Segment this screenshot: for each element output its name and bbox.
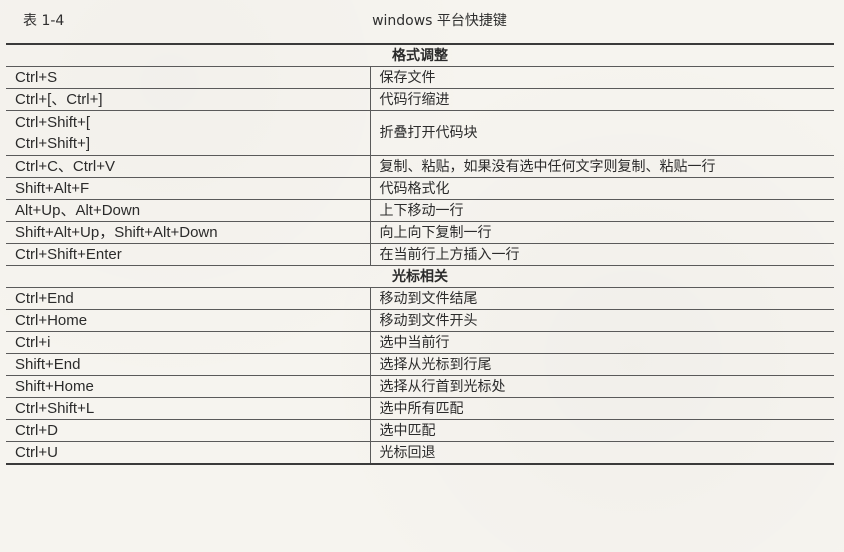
shortcut-keys: Ctrl+D — [6, 419, 371, 442]
shortcut-keys: Ctrl+Shift+[ Ctrl+Shift+] — [6, 110, 371, 156]
shortcut-description: 选择从行首到光标处 — [370, 375, 834, 398]
shortcut-keys: Ctrl+i — [6, 331, 371, 354]
shortcut-keys: Ctrl+Shift+L — [6, 397, 371, 420]
table-row: Ctrl+D 选中匹配 — [6, 419, 834, 442]
table-row: Ctrl+Shift+L 选中所有匹配 — [6, 397, 834, 420]
shortcut-description: 选中所有匹配 — [370, 397, 834, 420]
table-row: Ctrl+Home 移动到文件开头 — [6, 309, 834, 332]
table-row: Shift+Alt+F 代码格式化 — [6, 177, 834, 200]
shortcut-table: 格式调整 Ctrl+S 保存文件 Ctrl+[、Ctrl+] 代码行缩进 Ctr… — [6, 43, 834, 465]
shortcut-description: 移动到文件开头 — [370, 309, 834, 332]
shortcut-keys: Ctrl+U — [6, 441, 371, 465]
shortcut-description: 光标回退 — [370, 441, 834, 465]
shortcut-description: 在当前行上方插入一行 — [370, 243, 834, 266]
table-row: Ctrl+U 光标回退 — [6, 441, 834, 465]
shortcut-keys: Shift+Alt+Up，Shift+Alt+Down — [6, 221, 371, 244]
book-page: 表 1-4 windows 平台快捷键 格式调整 Ctrl+S 保存文件 Ctr… — [0, 0, 844, 552]
shortcut-keys: Shift+Alt+F — [6, 177, 371, 200]
table-row: Shift+End 选择从光标到行尾 — [6, 353, 834, 376]
shortcut-description: 移动到文件结尾 — [370, 287, 834, 310]
table-row: Ctrl+S 保存文件 — [6, 66, 834, 89]
section-title: 光标相关 — [6, 265, 834, 288]
table-row: Ctrl+End 移动到文件结尾 — [6, 287, 834, 310]
table-row: Ctrl+[、Ctrl+] 代码行缩进 — [6, 88, 834, 111]
shortcut-description: 复制、粘贴，如果没有选中任何文字则复制、粘贴一行 — [370, 155, 834, 178]
shortcut-description: 上下移动一行 — [370, 199, 834, 222]
shortcut-description: 折叠打开代码块 — [370, 110, 834, 156]
shortcut-keys: Ctrl+S — [6, 66, 371, 89]
table-row: Ctrl+Shift+Enter 在当前行上方插入一行 — [6, 243, 834, 266]
shortcut-keys: Shift+End — [6, 353, 371, 376]
section-header-row: 格式调整 — [6, 43, 834, 67]
shortcut-description: 代码格式化 — [370, 177, 834, 200]
shortcut-keys: Ctrl+C、Ctrl+V — [6, 155, 371, 178]
shortcut-description: 代码行缩进 — [370, 88, 834, 111]
shortcut-keys-line: Ctrl+Shift+] — [15, 135, 91, 152]
table-row: Alt+Up、Alt+Down 上下移动一行 — [6, 199, 834, 222]
shortcut-description: 向上向下复制一行 — [370, 221, 834, 244]
table-row: Shift+Home 选择从行首到光标处 — [6, 375, 834, 398]
table-row: Ctrl+C、Ctrl+V 复制、粘贴，如果没有选中任何文字则复制、粘贴一行 — [6, 155, 834, 178]
section-title: 格式调整 — [6, 43, 834, 67]
shortcut-description: 选中当前行 — [370, 331, 834, 354]
shortcut-description: 保存文件 — [370, 66, 834, 89]
table-caption: 表 1-4 windows 平台快捷键 — [0, 10, 844, 32]
shortcut-keys: Ctrl+End — [6, 287, 371, 310]
shortcut-keys: Shift+Home — [6, 375, 371, 398]
shortcut-table-wrapper: 格式调整 Ctrl+S 保存文件 Ctrl+[、Ctrl+] 代码行缩进 Ctr… — [6, 43, 834, 465]
shortcut-keys: Ctrl+[、Ctrl+] — [6, 88, 371, 111]
table-title: windows 平台快捷键 — [372, 13, 507, 29]
shortcut-keys: Ctrl+Home — [6, 309, 371, 332]
section-header-row: 光标相关 — [6, 265, 834, 288]
shortcut-description: 选中匹配 — [370, 419, 834, 442]
shortcut-keys: Ctrl+Shift+Enter — [6, 243, 371, 266]
table-row: Ctrl+i 选中当前行 — [6, 331, 834, 354]
shortcut-keys: Alt+Up、Alt+Down — [6, 199, 371, 222]
shortcut-description: 选择从光标到行尾 — [370, 353, 834, 376]
shortcut-keys-line: Ctrl+Shift+[ — [15, 114, 91, 131]
table-row: Ctrl+Shift+[ Ctrl+Shift+] 折叠打开代码块 — [6, 110, 834, 156]
table-row: Shift+Alt+Up，Shift+Alt+Down 向上向下复制一行 — [6, 221, 834, 244]
